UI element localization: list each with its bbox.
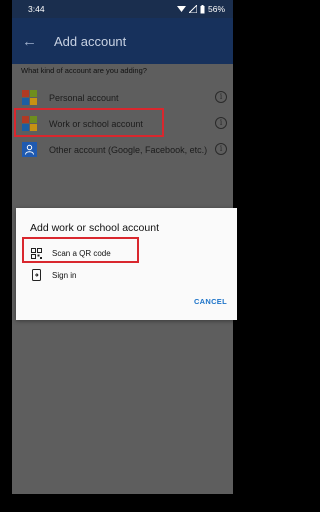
person-icon xyxy=(22,142,37,157)
account-option-label: Other account (Google, Facebook, etc.) xyxy=(49,144,208,155)
battery-icon xyxy=(200,4,205,13)
highlight-box-work-account xyxy=(14,108,164,137)
app-bar: ← Add account xyxy=(12,18,233,64)
status-indicators: 56% xyxy=(176,4,225,14)
sign-in-phone-icon xyxy=(30,269,42,281)
status-bar: 3:44 56% xyxy=(12,0,233,18)
info-icon[interactable]: i xyxy=(215,117,227,129)
dialog-title: Add work or school account xyxy=(30,222,159,234)
back-arrow-icon[interactable]: ← xyxy=(22,33,44,50)
status-time: 3:44 xyxy=(28,4,45,14)
wifi-icon xyxy=(176,6,186,12)
microsoft-logo-icon xyxy=(22,90,37,105)
signal-icon xyxy=(188,5,197,13)
cancel-button[interactable]: CANCEL xyxy=(194,297,227,306)
info-icon[interactable]: i xyxy=(215,91,227,103)
info-icon[interactable]: i xyxy=(215,143,227,155)
account-type-question: What kind of account are you adding? xyxy=(21,66,147,75)
navigation-bar xyxy=(12,494,233,512)
account-option-label: Personal account xyxy=(49,92,119,103)
highlight-box-scan-qr xyxy=(22,237,139,263)
page-title: Add account xyxy=(54,33,127,49)
account-option-other[interactable]: Other account (Google, Facebook, etc.) i xyxy=(12,138,233,161)
battery-level: 56% xyxy=(207,4,225,14)
add-work-account-dialog: Add work or school account Scan a QR cod… xyxy=(16,208,237,320)
sign-in-label: Sign in xyxy=(52,270,77,280)
account-option-personal[interactable]: Personal account i xyxy=(12,86,233,109)
sign-in-option[interactable]: Sign in xyxy=(30,266,76,284)
